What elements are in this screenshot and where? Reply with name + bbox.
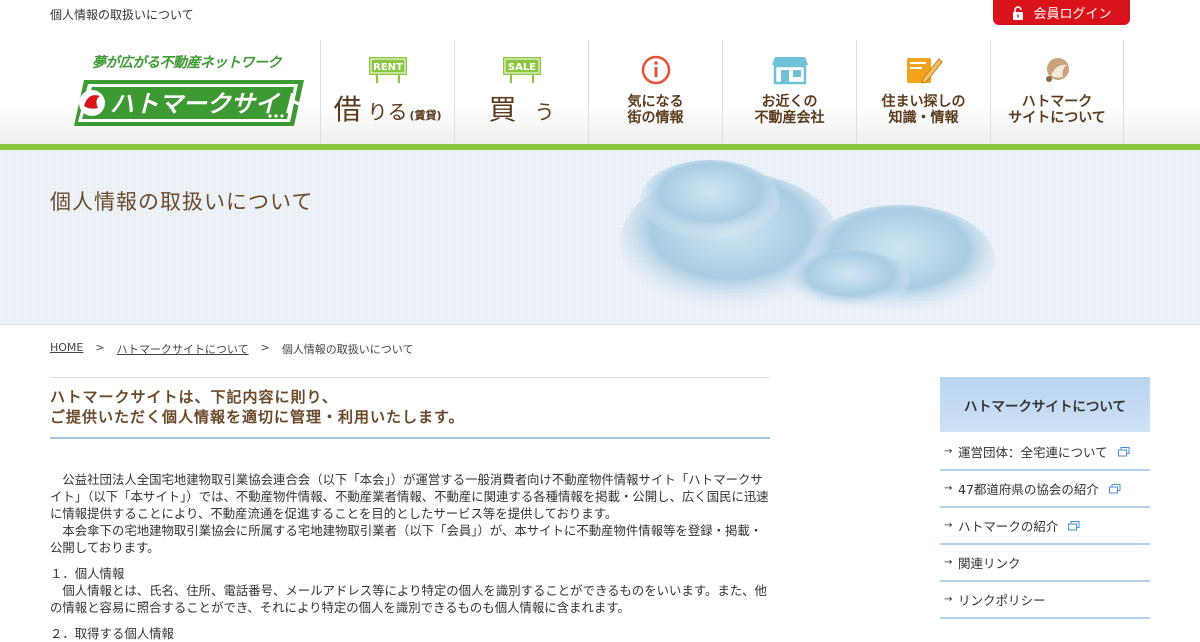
arrow-icon: → bbox=[944, 483, 953, 494]
site-tagline: 個人情報の取扱いについて bbox=[50, 8, 194, 22]
sidebar-item-link-policy[interactable]: → リンクポリシー bbox=[940, 582, 1150, 619]
page-title: 個人情報の取扱いについて bbox=[50, 190, 314, 214]
lock-icon bbox=[1013, 5, 1024, 20]
sidebar-item-related-links[interactable]: → 関連リンク bbox=[940, 545, 1150, 582]
member-login-button[interactable]: 会員ログイン bbox=[993, 0, 1130, 25]
nav-companies-label: お近くの 不動産会社 bbox=[754, 94, 825, 126]
nav-about[interactable]: ハトマーク サイトについて bbox=[990, 40, 1124, 146]
sidebar-item-hatomark[interactable]: → ハトマークの紹介 bbox=[940, 508, 1150, 545]
nav-rent[interactable]: RENT 借りる (賃貸) bbox=[320, 40, 454, 146]
logo-catchphrase: 夢が広がる不動産ネットワーク bbox=[92, 55, 282, 71]
site-header: 夢が広がる不動産ネットワーク ハトマークサイト RENT 借りる (賃貸) SA… bbox=[0, 40, 1200, 146]
nav-sale[interactable]: SALE 買う bbox=[454, 40, 588, 146]
nav-town-info-label: 気になる 街の情報 bbox=[627, 94, 684, 126]
main-content: ハトマークサイトは、下記内容に則り、 ご提供いただく個人情報を適切に管理・利用い… bbox=[50, 377, 770, 642]
hatomark-logo: ハトマークサイト bbox=[74, 80, 304, 126]
arrow-icon: → bbox=[944, 594, 953, 605]
shop-icon bbox=[770, 54, 810, 86]
svg-text:SALE: SALE bbox=[507, 62, 535, 73]
info-icon bbox=[636, 54, 676, 86]
dove-icon bbox=[1037, 54, 1077, 86]
sidebar-item-label: リンクポリシー bbox=[958, 593, 1046, 608]
section-2-title: ２．取得する個人情報 bbox=[50, 626, 174, 641]
cloud-illustration bbox=[620, 160, 995, 315]
arrow-icon: → bbox=[944, 557, 953, 568]
breadcrumb-separator: > bbox=[95, 341, 105, 354]
policy-body: 公益社団法人全国宅地建物取引業協会連合会（以下「本会」）が運営する一般消費者向け… bbox=[50, 471, 770, 642]
nav-sale-label: 買う bbox=[488, 88, 554, 128]
nav-knowledge[interactable]: 住まい探しの 知識・情報 bbox=[856, 40, 990, 146]
rent-sign-icon: RENT bbox=[368, 54, 408, 86]
intro-paragraph-2: 本会傘下の宅地建物取引業協会に所属する宅地建物取引業者（以下「会員」）が、本サイ… bbox=[50, 523, 763, 555]
hero-banner: 個人情報の取扱いについて bbox=[0, 150, 1200, 325]
section-1-title: １．個人情報 bbox=[50, 566, 125, 581]
site-logo[interactable]: 夢が広がる不動産ネットワーク ハトマークサイト bbox=[66, 50, 306, 130]
notebook-pencil-icon bbox=[904, 54, 944, 86]
section-1: １．個人情報 個人情報とは、氏名、住所、電話番号、メールアドレス等により特定の個… bbox=[50, 565, 770, 616]
lead-line-1: ハトマークサイトは、下記内容に則り、 bbox=[50, 388, 338, 406]
lead-statement: ハトマークサイトは、下記内容に則り、 ご提供いただく個人情報を適切に管理・利用い… bbox=[50, 377, 770, 439]
section-1-text: 個人情報とは、氏名、住所、電話番号、メールアドレス等により特定の個人を識別するこ… bbox=[50, 583, 767, 615]
nav-rent-label: 借りる (賃貸) bbox=[333, 88, 441, 128]
section-2: ２．取得する個人情報 bbox=[50, 625, 770, 642]
sidebar-item-label: ハトマークの紹介 bbox=[958, 519, 1059, 534]
external-link-icon bbox=[1068, 520, 1080, 530]
breadcrumb-current: 個人情報の取扱いについて bbox=[281, 343, 414, 356]
nav-sale-main: 買 bbox=[488, 93, 517, 126]
sidebar-item-zentakuren[interactable]: → 運営団体：全宅連について bbox=[940, 434, 1150, 471]
nav-companies[interactable]: お近くの 不動産会社 bbox=[722, 40, 856, 146]
breadcrumb-separator: > bbox=[260, 341, 270, 354]
sidebar: ハトマークサイトについて → 運営団体：全宅連について → 47都道府県の協会の… bbox=[940, 377, 1150, 619]
sale-sign-icon: SALE bbox=[502, 54, 542, 86]
breadcrumb: HOME > ハトマークサイトについて > 個人情報の取扱いについて bbox=[50, 341, 413, 357]
top-bar: 個人情報の取扱いについて 会員ログイン bbox=[0, 0, 1200, 30]
nav-rent-sub: りる bbox=[367, 100, 408, 124]
svg-text:RENT: RENT bbox=[373, 62, 403, 73]
sidebar-item-associations[interactable]: → 47都道府県の協会の紹介 bbox=[940, 471, 1150, 508]
sidebar-item-label: 関連リンク bbox=[958, 556, 1021, 571]
intro-paragraph-1: 公益社団法人全国宅地建物取引業協会連合会（以下「本会」）が運営する一般消費者向け… bbox=[50, 472, 769, 521]
lead-line-2: ご提供いただく個人情報を適切に管理・利用いたします。 bbox=[50, 408, 465, 426]
external-link-icon bbox=[1108, 483, 1121, 493]
nav-about-label: ハトマーク サイトについて bbox=[1008, 94, 1106, 126]
arrow-icon: → bbox=[944, 520, 953, 531]
sidebar-item-label: 運営団体：全宅連について bbox=[958, 445, 1108, 460]
external-link-icon bbox=[1117, 446, 1130, 456]
breadcrumb-home[interactable]: HOME bbox=[50, 341, 83, 357]
arrow-icon: → bbox=[944, 446, 953, 457]
svg-text:ハトマークサイト: ハトマークサイト bbox=[110, 90, 303, 118]
nav-knowledge-label: 住まい探しの 知識・情報 bbox=[881, 94, 966, 126]
sidebar-heading: ハトマークサイトについて bbox=[940, 377, 1150, 434]
nav-sale-sub: う bbox=[534, 100, 555, 124]
nav-rent-main: 借 bbox=[333, 93, 362, 126]
sidebar-item-label: 47都道府県の協会の紹介 bbox=[958, 482, 1099, 497]
main-nav: RENT 借りる (賃貸) SALE 買う 気になる 街の情報 お近くの 不動産… bbox=[320, 40, 1124, 146]
nav-rent-note: (賃貸) bbox=[409, 109, 442, 122]
nav-town-info[interactable]: 気になる 街の情報 bbox=[588, 40, 722, 146]
member-login-label: 会員ログイン bbox=[1033, 7, 1112, 22]
breadcrumb-parent[interactable]: ハトマークサイトについて bbox=[117, 341, 249, 357]
